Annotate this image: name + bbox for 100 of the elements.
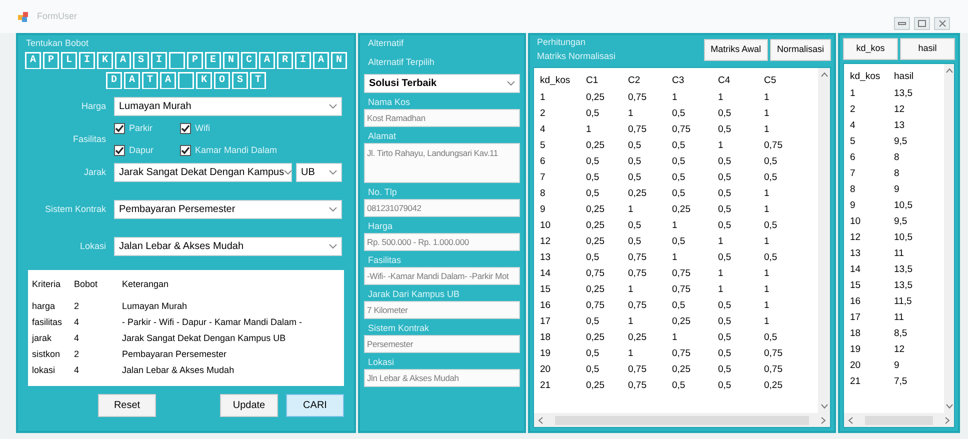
table-cell-text: 1 (672, 250, 678, 264)
checkbox[interactable] (114, 123, 125, 134)
action-button[interactable]: CARI (286, 394, 344, 416)
field-label: Lokasi (78, 240, 107, 253)
table-cell-text: 4 (74, 364, 80, 376)
table-cell-text: 0,5 (586, 154, 600, 168)
maximize-button[interactable] (914, 17, 930, 30)
read-only-field[interactable]: Jln Lebar & Akses Mudah (364, 368, 520, 386)
chevron-down-icon (329, 104, 337, 109)
table-cell-text: lokasi (32, 364, 56, 376)
dropdown[interactable]: Pembayaran Persemester (114, 200, 342, 219)
read-only-field[interactable]: 081231079042 (364, 198, 520, 216)
checkbox[interactable] (180, 144, 191, 156)
table-cell-text: 0,25 (586, 282, 606, 296)
vertical-scrollbar[interactable] (944, 64, 954, 413)
table-cell-text: 1 (718, 266, 724, 280)
table-cell-text: 4 (540, 122, 546, 136)
table-cell-text: 0,5 (672, 106, 686, 120)
group-legend: Alternatif (364, 39, 520, 48)
table-cell-text: 0,75 (764, 346, 784, 360)
maximize-icon (918, 20, 926, 27)
view-button[interactable]: Matriks Awal (704, 39, 768, 61)
read-only-field[interactable]: Persemester (364, 334, 520, 352)
table-cell-text: 5 (850, 135, 856, 149)
read-only-field[interactable]: Kost Ramadhan (364, 108, 520, 126)
table-cell-text: 1 (764, 90, 770, 104)
table-cell-text: 0,25 (586, 378, 606, 392)
dropdown[interactable]: UB (296, 163, 342, 182)
field-label: Harga (367, 220, 394, 232)
column-header: hasil (894, 70, 915, 84)
table-cell-text: 0,75 (672, 266, 692, 280)
table-cell-text: 20 (850, 359, 862, 373)
dropdown[interactable]: Jalan Lebar & Akses Mudah (114, 237, 342, 256)
dropdown[interactable]: Lumayan Murah (114, 97, 342, 116)
horizontal-scrollbar[interactable] (534, 413, 830, 427)
table-cell-text: 0,5 (586, 170, 600, 184)
table-cell-text: 0,5 (764, 330, 778, 344)
table-cell-text: 0,75 (672, 346, 692, 360)
read-only-field[interactable]: Rp. 500.000 - Rp. 1.000.000 (364, 232, 520, 250)
table-cell-text: 12 (894, 343, 906, 357)
table-cell-text: 1 (764, 186, 770, 200)
table-cell-text: 0,5 (718, 298, 732, 312)
action-button[interactable]: Update (220, 394, 278, 416)
table-cell-text: 1 (540, 90, 546, 104)
table-cell-text: 0,75 (628, 250, 648, 264)
checkbox-label: Kamar Mandi Dalam (195, 144, 278, 156)
table-cell-text: 11 (894, 311, 905, 325)
table-cell-text: 0,75 (628, 266, 648, 280)
table-cell-text: 1 (672, 90, 678, 104)
table-cell-text: 1 (718, 282, 724, 296)
field-label: Alamat (367, 130, 398, 142)
table-cell-text: 0,5 (672, 234, 686, 248)
field-label: Sistem Kontrak (367, 322, 430, 334)
column-header: Bobot (74, 278, 99, 291)
table-cell-text: 21 (540, 378, 552, 392)
column-button[interactable]: kd_kos (843, 38, 898, 60)
table-cell-text: 0,5 (586, 362, 600, 376)
table-cell-text: Pembayaran Persemester (122, 348, 228, 361)
field-label: Jarak (82, 166, 107, 179)
table-cell-text: 0,5 (764, 250, 778, 264)
field-label: Nama Kos (367, 96, 412, 108)
table-cell-text: 18 (540, 330, 552, 344)
table-cell-text: 13,5 (894, 87, 914, 101)
read-only-field[interactable]: 7 Kilometer (364, 300, 520, 318)
table-cell-text: 0,5 (718, 106, 732, 120)
dropdown[interactable]: Jarak Sangat Dekat Dengan Kampus (114, 163, 292, 182)
table-cell-text: 13 (540, 250, 552, 264)
close-button[interactable] (934, 17, 950, 30)
action-button[interactable]: Reset (98, 394, 156, 416)
scroll-up-icon (946, 68, 952, 73)
table-cell-text: 4 (850, 119, 856, 133)
vertical-scrollbar[interactable] (818, 68, 830, 413)
field-label: Sistem Kontrak (44, 202, 107, 216)
table-cell-text: 9 (894, 183, 900, 197)
minimize-button[interactable] (894, 17, 910, 30)
column-button[interactable]: hasil (900, 38, 955, 60)
checkbox[interactable] (180, 123, 191, 134)
read-only-field[interactable]: Jl. Tirto Rahayu, Landungsari Kav.11 (364, 142, 520, 182)
table-cell-text: 1 (628, 106, 634, 120)
view-button[interactable]: Normalisasi (770, 39, 831, 61)
table-cell-text: 1 (586, 122, 592, 136)
table-cell-text: 1 (718, 138, 724, 152)
window-title: FormUser (37, 10, 77, 23)
table-cell-text: 0,25 (586, 234, 606, 248)
table-cell-text: 7 (850, 167, 856, 181)
table-cell-text: 9,5 (894, 215, 908, 229)
table-cell-text: 13,5 (894, 263, 914, 277)
table-cell-text: 14 (540, 266, 552, 280)
table-cell-text: fasilitas (32, 316, 64, 328)
checkbox[interactable] (114, 144, 125, 156)
table-cell-text: 7 (540, 170, 546, 184)
table-cell-text: 0,5 (672, 378, 686, 392)
horizontal-scrollbar[interactable] (844, 413, 954, 427)
field-label: Jarak Dari Kampus UB (367, 288, 461, 300)
table-cell-text: 0,5 (628, 154, 642, 168)
read-only-field[interactable]: -Wifi- -Kamar Mandi Dalam- -Parkir Mot (364, 266, 520, 284)
group-legend: Tentukan Bobot (22, 39, 350, 48)
table-cell-text: 1 (764, 106, 770, 120)
dropdown[interactable]: Solusi Terbaik (364, 74, 520, 92)
table-cell-text: 19 (540, 346, 552, 360)
